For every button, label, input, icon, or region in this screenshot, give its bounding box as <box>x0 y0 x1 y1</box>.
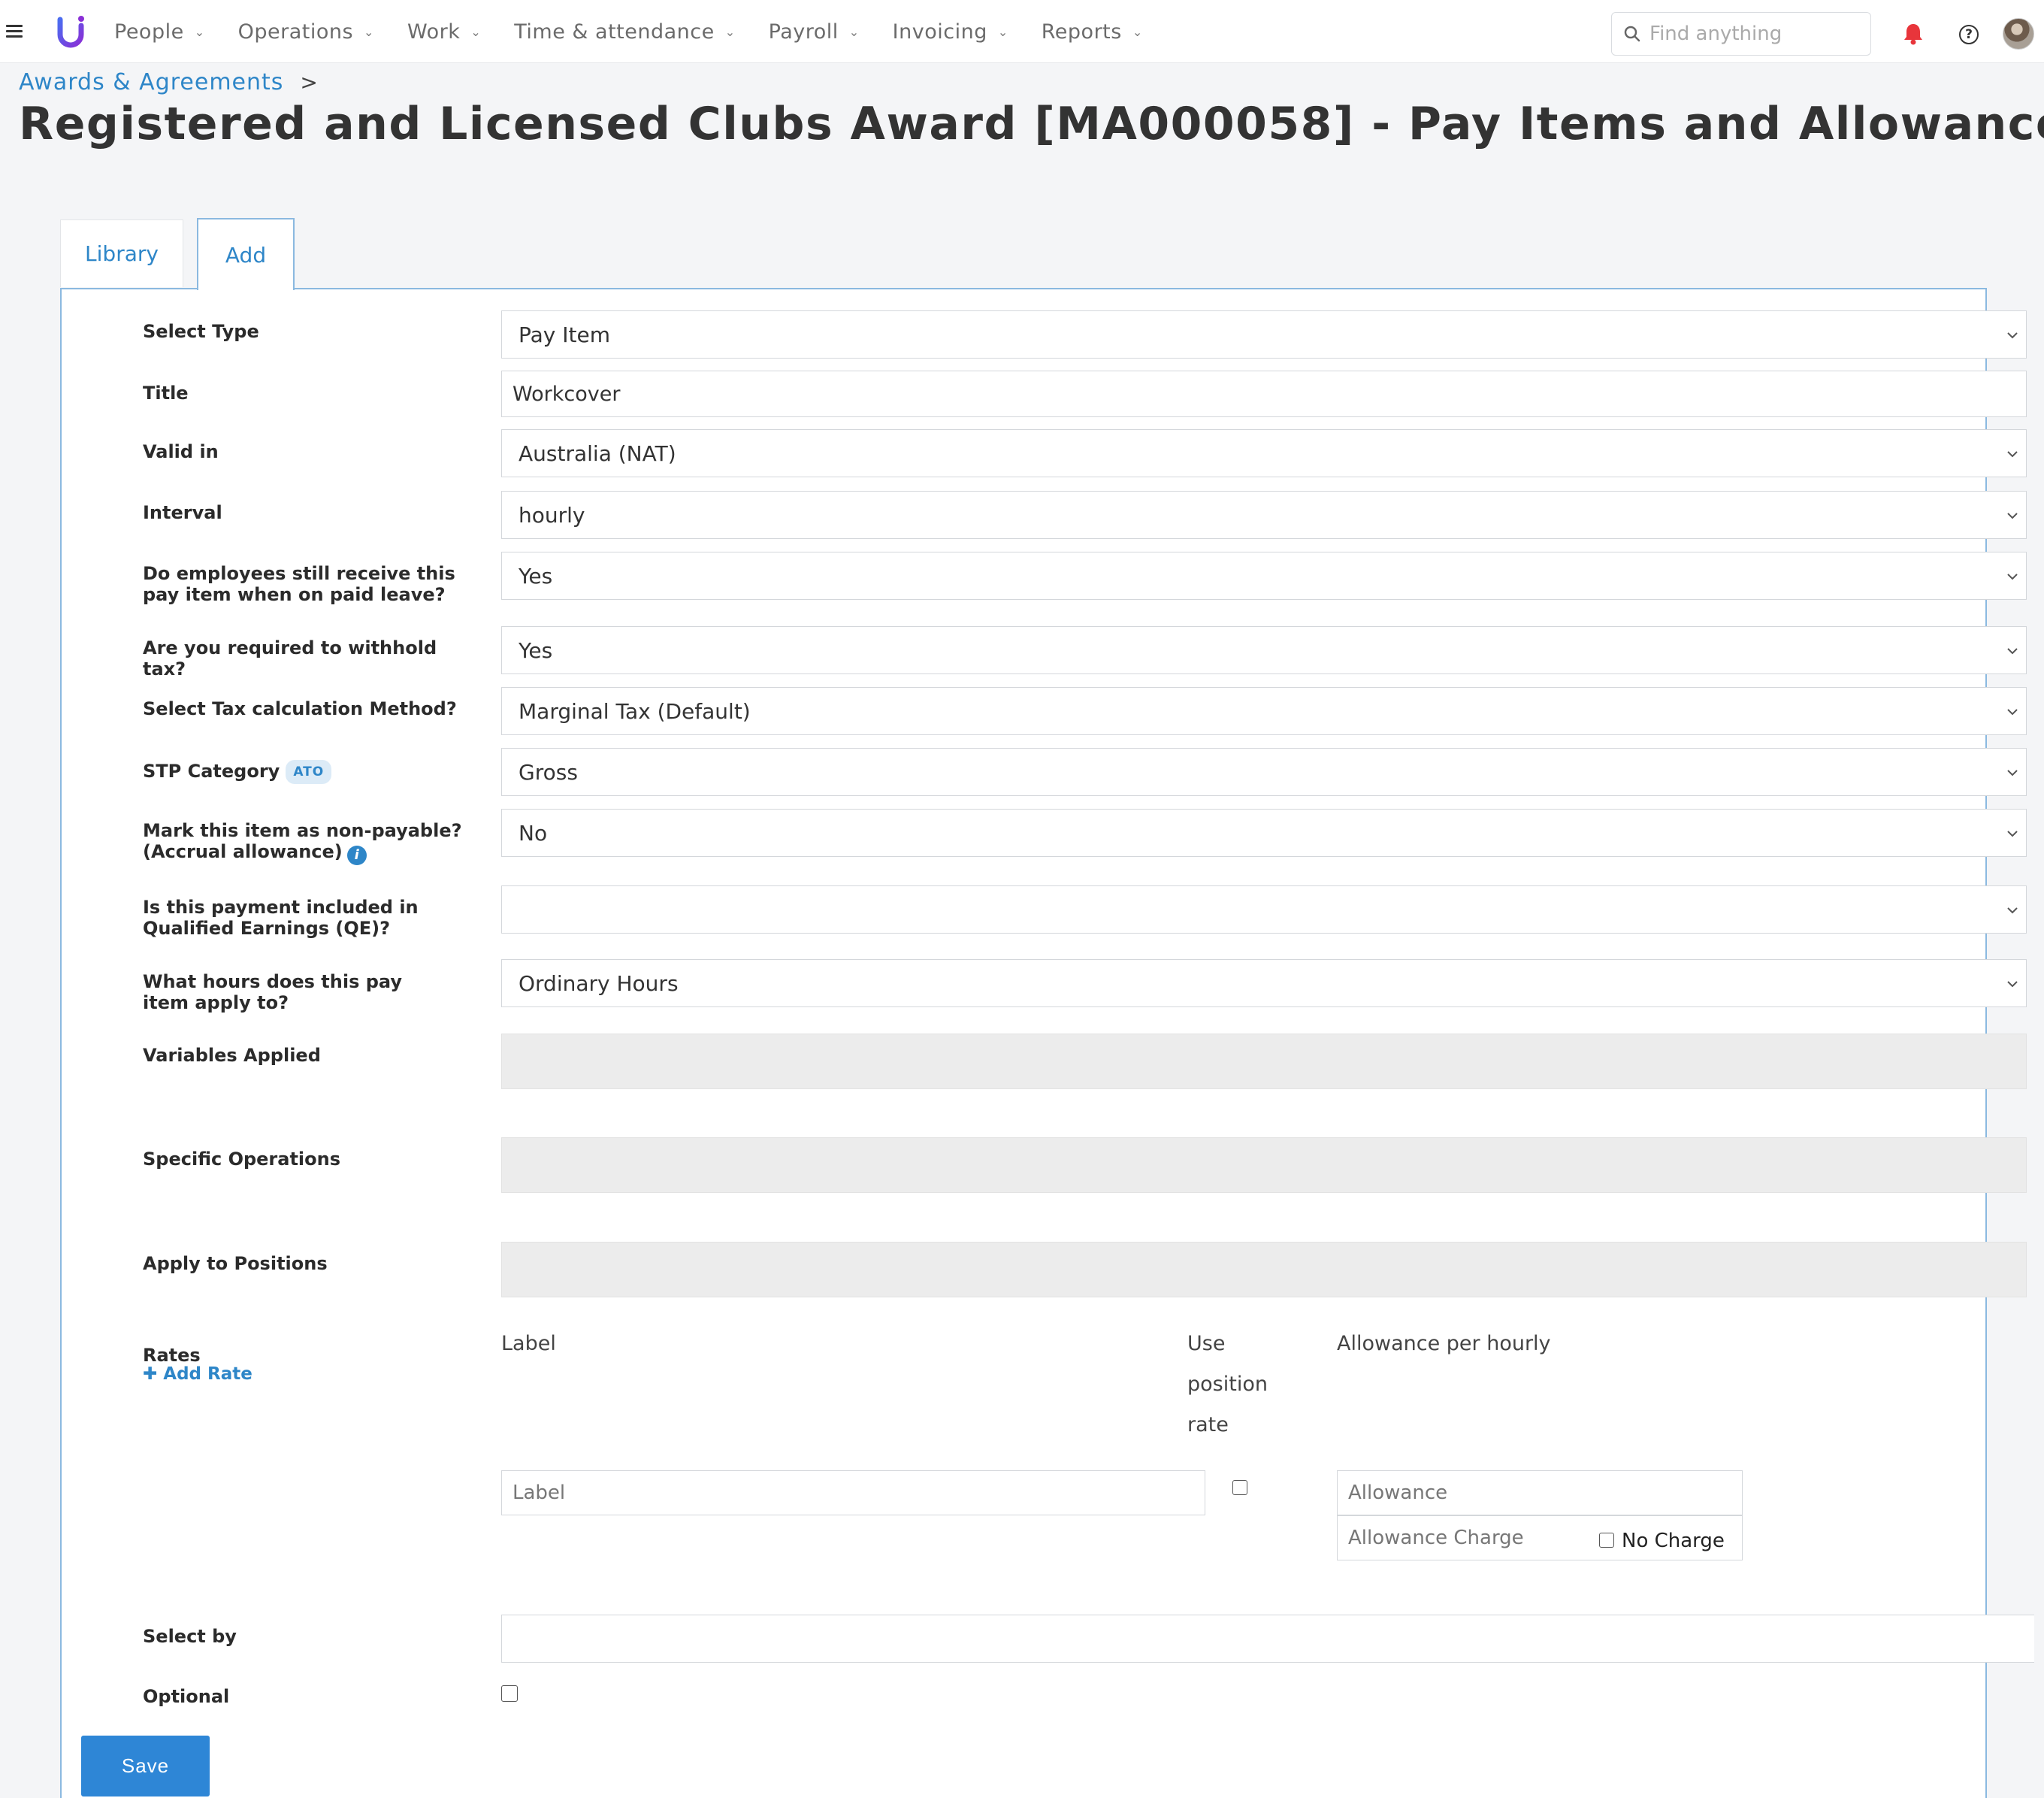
apply-positions-field[interactable] <box>501 1242 2027 1297</box>
chevron-down-icon <box>2007 709 2018 716</box>
chevron-down-icon <box>2007 770 2018 776</box>
no-charge-label: No Charge <box>1622 1530 1725 1552</box>
search-input[interactable] <box>1649 23 1852 45</box>
logo[interactable] <box>56 15 86 48</box>
add-pay-item-form: Select Type Pay Item Title Valid in Aust… <box>60 288 2034 1798</box>
rate-label-input[interactable] <box>501 1470 1205 1515</box>
title-input[interactable] <box>501 371 2027 417</box>
rates-col-label: Label <box>501 1332 556 1355</box>
paid-leave-dropdown[interactable]: Yes <box>501 552 2027 600</box>
select-type-dropdown[interactable]: Pay Item <box>501 310 2027 359</box>
stp-category-label: STP Category ATO <box>143 760 473 784</box>
apply-positions-label: Apply to Positions <box>143 1253 328 1274</box>
chevron-right-icon: > <box>300 70 319 95</box>
search-icon <box>1624 26 1640 42</box>
allowance-field[interactable] <box>1348 1482 1742 1504</box>
non-payable-label: Mark this item as non-payable? (Accrual … <box>143 820 473 865</box>
withhold-tax-dropdown[interactable]: Yes <box>501 626 2027 674</box>
menu-icon[interactable] <box>6 25 23 38</box>
select-type-label: Select Type <box>143 321 259 342</box>
variables-applied-field[interactable] <box>501 1034 2027 1089</box>
paid-leave-label: Do employees still receive this pay item… <box>143 563 455 605</box>
nav-people[interactable]: People ⌄ <box>114 20 205 44</box>
info-icon[interactable]: i <box>346 846 367 865</box>
rates-col-use-position-rate: Use position rate <box>1187 1332 1268 1436</box>
withhold-tax-label: Are you required to withhold tax? <box>143 637 437 680</box>
chevron-down-icon: ⌄ <box>364 24 374 39</box>
rates-label: Rates <box>143 1345 201 1366</box>
plus-icon: ✚ <box>143 1364 158 1384</box>
chevron-down-icon <box>2007 831 2018 837</box>
title-label: Title <box>143 383 189 404</box>
chevron-down-icon: ⌄ <box>997 24 1008 39</box>
specific-operations-field[interactable] <box>501 1137 2027 1193</box>
add-rate-button[interactable]: ✚ Add Rate <box>143 1364 252 1384</box>
variables-applied-label: Variables Applied <box>143 1045 321 1066</box>
stp-category-dropdown[interactable]: Gross <box>501 748 2027 796</box>
hours-apply-dropdown[interactable]: Ordinary Hours <box>501 959 2027 1007</box>
valid-in-label: Valid in <box>143 441 219 462</box>
chevron-down-icon <box>2007 332 2018 339</box>
chevron-down-icon: ⌄ <box>848 24 860 39</box>
nav-reports[interactable]: Reports ⌄ <box>1042 20 1143 44</box>
tax-method-dropdown[interactable]: Marginal Tax (Default) <box>501 687 2027 735</box>
non-payable-dropdown[interactable]: No <box>501 809 2027 857</box>
optional-label: Optional <box>143 1686 230 1707</box>
specific-operations-label: Specific Operations <box>143 1149 341 1170</box>
nav-payroll[interactable]: Payroll ⌄ <box>769 20 860 44</box>
hours-apply-label: What hours does this pay item apply to? <box>143 971 403 1013</box>
breadcrumb-link-awards[interactable]: Awards & Agreements <box>19 69 283 95</box>
title-field[interactable] <box>513 382 2026 406</box>
tab-add[interactable]: Add <box>197 218 295 290</box>
optional-checkbox[interactable] <box>501 1685 518 1702</box>
rates-col-allowance: Allowance per hourly <box>1337 1332 1551 1355</box>
use-position-rate-checkbox[interactable] <box>1232 1480 1247 1495</box>
interval-dropdown[interactable]: hourly <box>501 491 2027 539</box>
allowance-charge-field[interactable] <box>1348 1527 1604 1549</box>
valid-in-dropdown[interactable]: Australia (NAT) <box>501 429 2027 477</box>
avatar[interactable] <box>2003 18 2034 50</box>
tab-library[interactable]: Library <box>60 219 183 287</box>
page-title: Registered and Licensed Clubs Award [MA0… <box>19 98 2044 150</box>
chevron-down-icon: ⌄ <box>724 24 736 39</box>
nav-time-attendance[interactable]: Time & attendance ⌄ <box>514 20 735 44</box>
select-by-input[interactable] <box>501 1615 2034 1663</box>
nav-invoicing[interactable]: Invoicing ⌄ <box>893 20 1008 44</box>
interval-label: Interval <box>143 502 222 523</box>
notification-bell-icon[interactable] <box>1903 23 1924 45</box>
chevron-down-icon <box>2007 451 2018 458</box>
chevron-down-icon: ⌄ <box>194 24 205 39</box>
select-by-label: Select by <box>143 1626 237 1647</box>
ato-badge: ATO <box>286 760 332 784</box>
qualified-earnings-dropdown[interactable] <box>501 885 2027 934</box>
chevron-down-icon <box>2007 574 2018 580</box>
qualified-earnings-label: Is this payment included in Qualified Ea… <box>143 897 419 939</box>
chevron-down-icon <box>2007 907 2018 914</box>
chevron-down-icon <box>2007 981 2018 988</box>
rate-label-field[interactable] <box>513 1482 1205 1504</box>
allowance-input[interactable] <box>1337 1470 1743 1515</box>
help-icon[interactable]: ? <box>1959 25 1979 44</box>
nav-work[interactable]: Work ⌄ <box>407 20 481 44</box>
tax-method-label: Select Tax calculation Method? <box>143 698 457 719</box>
chevron-down-icon: ⌄ <box>1132 24 1143 39</box>
chevron-down-icon: ⌄ <box>470 24 482 39</box>
breadcrumb: Awards & Agreements > <box>19 69 319 95</box>
top-navbar: People ⌄ Operations ⌄ Work ⌄ Time & attenda… <box>0 0 2044 63</box>
save-button[interactable]: Save <box>81 1736 210 1796</box>
chevron-down-icon <box>2007 648 2018 655</box>
nav-operations[interactable]: Operations ⌄ <box>238 20 374 44</box>
no-charge-checkbox[interactable] <box>1599 1533 1614 1548</box>
chevron-down-icon <box>2007 513 2018 519</box>
global-search[interactable] <box>1611 12 1871 56</box>
main-nav: People ⌄ Operations ⌄ Work ⌄ Time & attenda… <box>114 0 1176 63</box>
